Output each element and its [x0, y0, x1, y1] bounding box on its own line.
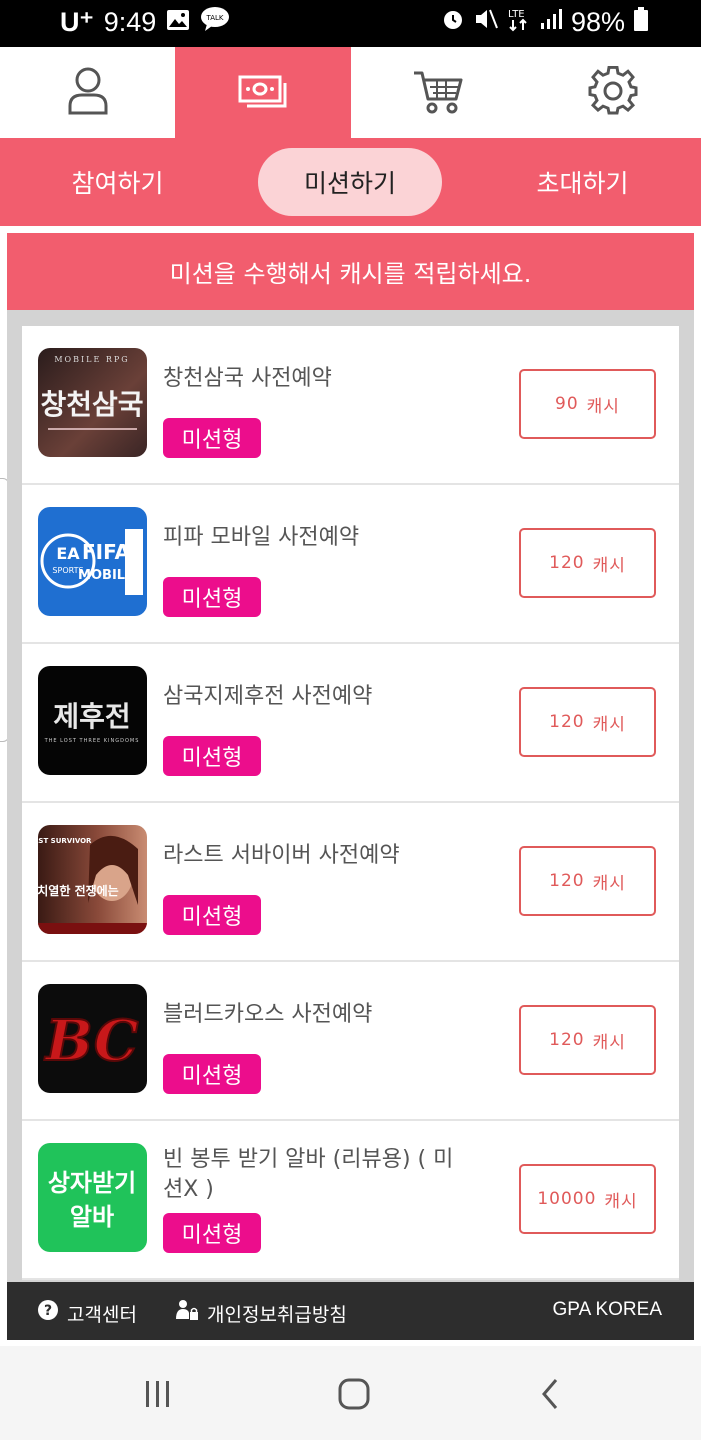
mission-title: 라스트 서바이버 사전예약: [163, 843, 400, 868]
cash-unit: 캐시: [604, 1191, 638, 1212]
thumb-subtext: 알바: [70, 1203, 114, 1231]
mission-thumbnail: LAST SURVIVOR 치열한 전쟁에는: [38, 825, 147, 934]
mission-thumbnail: 상자받기 알바: [38, 1143, 147, 1252]
cash-button[interactable]: 120 캐시: [519, 846, 656, 916]
brand-label: GPA KOREA: [552, 1299, 662, 1320]
cash-unit: 캐시: [592, 714, 626, 735]
privacy-policy-link[interactable]: 개인정보취급방침: [175, 1299, 347, 1327]
mission-type-badge: 미션형: [163, 418, 261, 458]
home-icon: [337, 1377, 371, 1415]
cash-amount: 10000: [537, 1189, 597, 1209]
mission-item[interactable]: LAST SURVIVOR 치열한 전쟁에는 라스트 서바이버 사전예약 미션형…: [22, 803, 679, 962]
cart-icon: [412, 67, 464, 119]
cash-unit: 캐시: [586, 396, 620, 417]
mission-thumbnail: BC: [38, 984, 147, 1093]
status-bar: U⁺ 9:49 TALK LTE 98%: [0, 0, 701, 47]
thumb-text: 창천삼국: [40, 388, 143, 421]
cash-button[interactable]: 90 캐시: [519, 369, 656, 439]
cash-amount: 90: [555, 394, 579, 414]
user-icon: [66, 66, 110, 120]
tab-cash[interactable]: [175, 47, 351, 138]
tab-settings[interactable]: [526, 47, 701, 138]
money-icon: [237, 71, 289, 115]
help-center-label: 고객센터: [67, 1304, 137, 1326]
cash-amount: 120: [549, 712, 585, 732]
thumb-subtext: 치열한 전쟁에는: [38, 883, 119, 898]
svg-text:TALK: TALK: [206, 14, 224, 22]
system-nav-bar: [0, 1346, 701, 1440]
mission-title: 삼국지제후전 사전예약: [163, 684, 373, 709]
cash-button[interactable]: 120 캐시: [519, 687, 656, 757]
cash-unit: 캐시: [592, 555, 626, 576]
mission-type-badge: 미션형: [163, 1054, 261, 1094]
svg-text:?: ?: [44, 1303, 52, 1319]
mission-title: 블러드카오스 사전예약: [163, 1002, 373, 1027]
footer-bar: ? 고객센터 개인정보취급방침 GPA KOREA: [7, 1282, 694, 1340]
mission-type-badge: 미션형: [163, 577, 261, 617]
tab-profile[interactable]: [0, 47, 175, 138]
home-button[interactable]: [334, 1376, 374, 1416]
subtab-join[interactable]: 참여하기: [30, 148, 205, 216]
mission-type-badge: 미션형: [163, 1213, 261, 1253]
cash-unit: 캐시: [592, 1032, 626, 1053]
mission-item[interactable]: 제후전 THE LOST THREE KINGDOMS 삼국지제후전 사전예약 …: [22, 644, 679, 803]
thumb-subtext: THE LOST THREE KINGDOMS: [44, 738, 140, 744]
battery-percent: 98%: [570, 7, 625, 37]
mission-banner: 미션을 수행해서 캐시를 적립하세요.: [7, 233, 694, 310]
cash-button[interactable]: 120 캐시: [519, 1005, 656, 1075]
thumb-text: 제후전: [53, 700, 130, 733]
mission-title: 창천삼국 사전예약: [163, 366, 332, 391]
mission-item[interactable]: BC 블러드카오스 사전예약 미션형 120 캐시: [22, 962, 679, 1121]
svg-text:EA: EA: [56, 544, 80, 563]
mission-list-frame: MOBILE RPG 창천삼국 창천삼국 사전예약 미션형 90 캐시 EA SP…: [7, 310, 694, 1285]
mission-thumbnail: MOBILE RPG 창천삼국: [38, 348, 147, 457]
image-icon: [166, 7, 190, 38]
thumb-text: 상자받기: [48, 1169, 136, 1197]
thumb-subtext: MOBILE RPG: [54, 355, 129, 364]
clock: 9:49: [103, 7, 157, 37]
thumb-text: FIFA: [82, 540, 130, 564]
mission-type-badge: 미션형: [163, 895, 261, 935]
thumb-text: LAST SURVIVOR: [38, 837, 92, 845]
mission-list: MOBILE RPG 창천삼국 창천삼국 사전예약 미션형 90 캐시 EA SP…: [22, 326, 679, 1280]
help-icon: ?: [37, 1299, 59, 1327]
mission-subtabs: 참여하기 미션하기 초대하기: [0, 138, 701, 226]
privacy-policy-label: 개인정보취급방침: [207, 1304, 347, 1326]
mission-item[interactable]: EA SPORTS FIFA MOBILE 피파 모바일 사전예약 미션형 12…: [22, 485, 679, 644]
main-tab-bar: [0, 47, 701, 138]
svg-text:LTE: LTE: [508, 9, 525, 20]
mission-item[interactable]: 상자받기 알바 빈 봉투 받기 알바 (리뷰용) ( 미션X ) 미션형 100…: [22, 1121, 679, 1280]
mission-title: 빈 봉투 받기 알바 (리뷰용) ( 미션X ): [163, 1147, 454, 1202]
recent-apps-button[interactable]: [138, 1376, 178, 1416]
battery-icon: [633, 6, 649, 39]
alarm-icon: [441, 7, 465, 38]
cash-amount: 120: [549, 1030, 585, 1050]
back-icon: [539, 1377, 561, 1415]
lte-icon: LTE: [507, 6, 531, 39]
privacy-lock-icon: [175, 1299, 199, 1327]
back-button[interactable]: [530, 1376, 570, 1416]
carrier-label: U⁺: [60, 7, 94, 37]
cash-unit: 캐시: [592, 873, 626, 894]
mission-title: 피파 모바일 사전예약: [163, 525, 360, 550]
help-center-link[interactable]: ? 고객센터: [37, 1299, 137, 1327]
thumb-text: BC: [44, 1008, 139, 1074]
signal-icon: [539, 7, 563, 38]
mission-thumbnail: 제후전 THE LOST THREE KINGDOMS: [38, 666, 147, 775]
mission-type-badge: 미션형: [163, 736, 261, 776]
mission-thumbnail: EA SPORTS FIFA MOBILE: [38, 507, 147, 616]
cash-button[interactable]: 10000 캐시: [519, 1164, 656, 1234]
gear-icon: [588, 65, 638, 120]
cash-amount: 120: [549, 553, 585, 573]
subtab-invite[interactable]: 초대하기: [495, 148, 670, 216]
talk-icon: TALK: [200, 6, 230, 39]
recent-apps-icon: [142, 1379, 174, 1413]
tab-shop[interactable]: [351, 47, 526, 138]
mission-item[interactable]: MOBILE RPG 창천삼국 창천삼국 사전예약 미션형 90 캐시: [22, 326, 679, 485]
cash-amount: 120: [549, 871, 585, 891]
mute-icon: [473, 7, 499, 38]
subtab-mission[interactable]: 미션하기: [258, 148, 442, 216]
cash-button[interactable]: 120 캐시: [519, 528, 656, 598]
